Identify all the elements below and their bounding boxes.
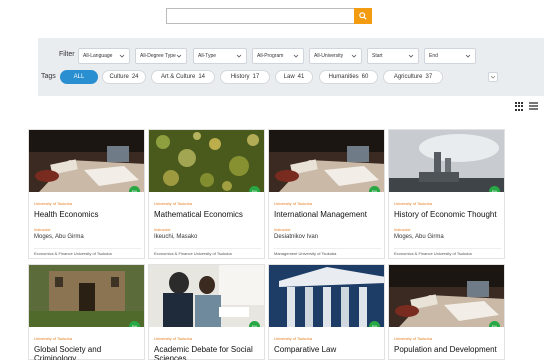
search-input[interactable] bbox=[166, 8, 354, 24]
instructor-name: Ikeuchi, Masako bbox=[154, 234, 198, 240]
language-badge: EN bbox=[129, 186, 140, 192]
filter-row: Filter All-Language All-Degree Type All-… bbox=[38, 48, 544, 64]
course-card[interactable]: EN University of Tsukuba Comparative Law bbox=[268, 264, 385, 360]
instructor-label: Instructor bbox=[154, 227, 171, 232]
course-card[interactable]: EN University of Tsukuba Academic Debate… bbox=[148, 264, 265, 360]
course-image: EN bbox=[269, 265, 384, 327]
course-card[interactable]: EN University of Tsukuba Population and … bbox=[388, 264, 505, 360]
tag-culture[interactable]: Culture 24 bbox=[102, 70, 146, 84]
list-view-icon[interactable] bbox=[529, 102, 538, 111]
chevron-down-icon bbox=[351, 54, 357, 58]
end-select[interactable]: End bbox=[424, 48, 476, 64]
course-university: University of Tsukuba bbox=[154, 201, 192, 206]
course-card[interactable]: EN University of Tsukuba Mathematical Ec… bbox=[148, 129, 265, 259]
courthouse-columns-image bbox=[269, 265, 384, 327]
course-title[interactable]: Global Society and Criminology bbox=[34, 345, 144, 360]
instructor-name: Moges, Abu Girma bbox=[34, 234, 84, 240]
filter-panel: Filter All-Language All-Degree Type All-… bbox=[38, 38, 544, 96]
language-badge: EN bbox=[249, 321, 260, 327]
tag-history[interactable]: History 17 bbox=[220, 70, 270, 84]
course-card[interactable]: EN University of Tsukuba History of Econ… bbox=[388, 129, 505, 259]
course-title[interactable]: History of Economic Thought bbox=[394, 210, 504, 219]
course-footer: Economics & Finance University of Tsukub… bbox=[154, 248, 261, 256]
meeting-table-image bbox=[389, 265, 504, 327]
type-select[interactable]: All-Type bbox=[193, 48, 247, 64]
tags-expand-button[interactable] bbox=[488, 72, 498, 82]
course-image: EN bbox=[389, 265, 504, 327]
instructor-label: Instructor bbox=[274, 227, 291, 232]
course-card[interactable]: EN University of Tsukuba Health Economic… bbox=[28, 129, 145, 259]
instructor-name: Desiatnikov Ivan bbox=[274, 234, 319, 240]
search-bar bbox=[166, 8, 372, 24]
tag-humanities[interactable]: Humanities 60 bbox=[319, 70, 378, 84]
course-university: University of Tsukuba bbox=[274, 201, 312, 206]
course-title[interactable]: Academic Debate for Social Sciences bbox=[154, 345, 264, 360]
university-select[interactable]: All-University bbox=[309, 48, 362, 64]
course-title[interactable]: Population and Development bbox=[394, 345, 504, 354]
college-gate-image bbox=[29, 265, 144, 327]
course-university: University of Tsukuba bbox=[154, 336, 192, 341]
chevron-down-icon bbox=[176, 54, 182, 58]
course-university: University of Tsukuba bbox=[394, 201, 432, 206]
grid-view-icon[interactable] bbox=[515, 102, 524, 111]
course-university: University of Tsukuba bbox=[34, 336, 72, 341]
course-image: EN bbox=[389, 130, 504, 192]
program-select[interactable]: All-Program bbox=[252, 48, 304, 64]
language-badge: EN bbox=[489, 321, 500, 327]
filter-label: Filter bbox=[59, 51, 75, 58]
course-footer: Economics & Finance University of Tsukub… bbox=[34, 248, 141, 256]
chevron-down-icon bbox=[119, 54, 125, 58]
instructor-label: Instructor bbox=[394, 227, 411, 232]
bubbles-image bbox=[149, 130, 264, 192]
course-university: University of Tsukuba bbox=[394, 336, 432, 341]
course-title[interactable]: Mathematical Economics bbox=[154, 210, 264, 219]
course-image: EN bbox=[149, 130, 264, 192]
chevron-down-icon bbox=[465, 54, 471, 58]
tag-law[interactable]: Law 41 bbox=[275, 70, 313, 84]
instructor-label: Instructor bbox=[34, 227, 51, 232]
start-select[interactable]: Start bbox=[367, 48, 419, 64]
language-badge: EN bbox=[129, 321, 140, 327]
course-image: EN bbox=[29, 265, 144, 327]
tag-all[interactable]: ALL bbox=[60, 70, 98, 84]
language-badge: EN bbox=[369, 321, 380, 327]
chevron-down-icon bbox=[236, 54, 242, 58]
course-footer: Management University of Tsukuba bbox=[274, 248, 381, 256]
chevron-down-icon bbox=[293, 54, 299, 58]
course-university: University of Tsukuba bbox=[34, 201, 72, 206]
course-image: EN bbox=[29, 130, 144, 192]
course-card[interactable]: EN University of Tsukuba International M… bbox=[268, 129, 385, 259]
tags-label: Tags bbox=[41, 73, 56, 80]
language-badge: EN bbox=[369, 186, 380, 192]
meeting-table-image bbox=[29, 130, 144, 192]
language-select[interactable]: All-Language bbox=[78, 48, 130, 64]
course-image: EN bbox=[269, 130, 384, 192]
chevron-down-icon bbox=[408, 54, 414, 58]
tag-art-culture[interactable]: Art & Culture 14 bbox=[151, 70, 215, 84]
course-title[interactable]: International Management bbox=[274, 210, 384, 219]
language-badge: EN bbox=[249, 186, 260, 192]
course-title[interactable]: Health Economics bbox=[34, 210, 144, 219]
search-button[interactable] bbox=[354, 8, 372, 24]
course-card[interactable]: EN University of Tsukuba Global Society … bbox=[28, 264, 145, 360]
degree-type-select[interactable]: All-Degree Type bbox=[135, 48, 187, 64]
instructor-name: Moges, Abu Girma bbox=[394, 234, 444, 240]
tag-agriculture[interactable]: Agriculture 37 bbox=[383, 70, 443, 84]
search-icon bbox=[359, 12, 367, 20]
course-image: EN bbox=[149, 265, 264, 327]
course-university: University of Tsukuba bbox=[274, 336, 312, 341]
chevron-down-icon bbox=[490, 75, 496, 79]
students-studying-image bbox=[149, 265, 264, 327]
factory-chimney-image bbox=[389, 130, 504, 192]
course-title[interactable]: Comparative Law bbox=[274, 345, 384, 354]
tags-row: Tags ALL Culture 24 Art & Culture 14 Histo… bbox=[38, 70, 544, 84]
meeting-table-image bbox=[269, 130, 384, 192]
language-badge: EN bbox=[489, 186, 500, 192]
course-footer: Economics & Finance University of Tsukub… bbox=[394, 248, 501, 256]
